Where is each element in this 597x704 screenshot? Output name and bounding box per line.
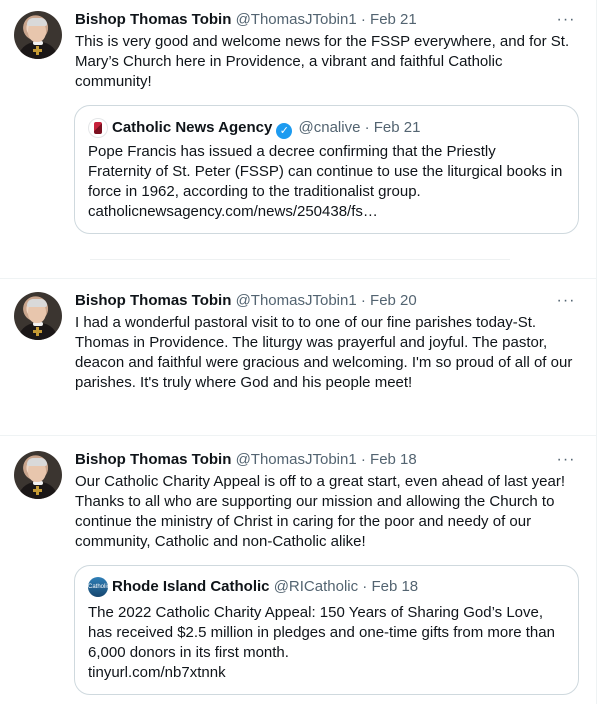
quoted-body: Pope Francis has issued a decree confirm…: [88, 143, 563, 200]
avatar-hair: [27, 299, 47, 307]
quoted-text: The 2022 Catholic Charity Appeal: 150 Ye…: [88, 603, 563, 683]
separator-dot: ·: [360, 451, 366, 468]
quoted-header: Catholic Rhode Island Catholic @RICatholi…: [88, 577, 418, 597]
more-options-icon[interactable]: ···: [554, 448, 578, 472]
divider: [90, 259, 510, 260]
tweet[interactable]: Bishop Thomas Tobin @ThomasJTobin1 · Feb…: [0, 436, 596, 704]
tweet-date[interactable]: Feb 18: [370, 451, 417, 468]
rhode-island-catholic-logo-icon: Catholic: [88, 577, 108, 597]
quoted-link[interactable]: catholicnewsagency.com/news/250438/fs…: [88, 202, 563, 222]
quoted-source-name: Rhode Island Catholic: [112, 578, 270, 595]
quoted-tweet[interactable]: Catholic News Agency ✓ @cnalive · Feb 21 …: [74, 105, 579, 234]
tweet-date[interactable]: Feb 20: [370, 292, 417, 309]
timeline: Bishop Thomas Tobin @ThomasJTobin1 · Feb…: [0, 0, 597, 704]
author-name[interactable]: Bishop Thomas Tobin: [75, 292, 231, 309]
avatar-hair: [27, 458, 47, 466]
quoted-body: The 2022 Catholic Charity Appeal: 150 Ye…: [88, 604, 555, 661]
tweet-text: I had a wonderful pastoral visit to to o…: [75, 314, 577, 391]
author-avatar[interactable]: [14, 292, 62, 340]
author-handle[interactable]: @ThomasJTobin1: [236, 11, 357, 28]
quoted-tweet[interactable]: Catholic Rhode Island Catholic @RICatholi…: [74, 565, 579, 695]
quoted-source-name: Catholic News Agency: [112, 119, 273, 136]
separator-dot: ·: [360, 11, 366, 28]
separator-dot: ·: [360, 292, 366, 309]
cross-icon: [33, 327, 42, 336]
tweet-header: Bishop Thomas Tobin @ThomasJTobin1 · Feb…: [75, 10, 417, 30]
verified-badge-icon: ✓: [276, 123, 293, 139]
separator-dot: ·: [364, 119, 370, 136]
more-options-icon[interactable]: ···: [554, 8, 578, 32]
quoted-handle: @RICatholic: [273, 578, 359, 595]
quoted-date: Feb 21: [373, 119, 421, 136]
tweet-header: Bishop Thomas Tobin @ThomasJTobin1 · Feb…: [75, 291, 417, 311]
tweet-header: Bishop Thomas Tobin @ThomasJTobin1 · Feb…: [75, 450, 417, 470]
author-avatar[interactable]: [14, 451, 62, 499]
quoted-handle: @cnalive: [298, 119, 361, 136]
avatar-hair: [27, 18, 47, 26]
author-handle[interactable]: @ThomasJTobin1: [236, 451, 357, 468]
catholic-news-agency-logo-icon: [88, 118, 108, 138]
tweet-date[interactable]: Feb 21: [370, 11, 417, 28]
more-options-icon[interactable]: ···: [554, 289, 578, 313]
quoted-header: Catholic News Agency ✓ @cnalive · Feb 21: [88, 118, 421, 139]
author-avatar[interactable]: [14, 11, 62, 59]
author-handle[interactable]: @ThomasJTobin1: [236, 292, 357, 309]
tweet[interactable]: Bishop Thomas Tobin @ThomasJTobin1 · Feb…: [0, 279, 596, 436]
cross-icon: [33, 46, 42, 55]
tweet[interactable]: Bishop Thomas Tobin @ThomasJTobin1 · Feb…: [0, 0, 596, 279]
tweet-text: Our Catholic Charity Appeal is off to a …: [75, 473, 569, 550]
separator-dot: ·: [362, 578, 368, 595]
tweet-text: This is very good and welcome news for t…: [75, 33, 574, 90]
quoted-text: Pope Francis has issued a decree confirm…: [88, 142, 563, 222]
cross-icon: [33, 486, 42, 495]
quoted-date: Feb 18: [371, 578, 419, 595]
quoted-link[interactable]: tinyurl.com/nb7xtnnk: [88, 663, 563, 683]
author-name[interactable]: Bishop Thomas Tobin: [75, 451, 231, 468]
author-name[interactable]: Bishop Thomas Tobin: [75, 11, 231, 28]
